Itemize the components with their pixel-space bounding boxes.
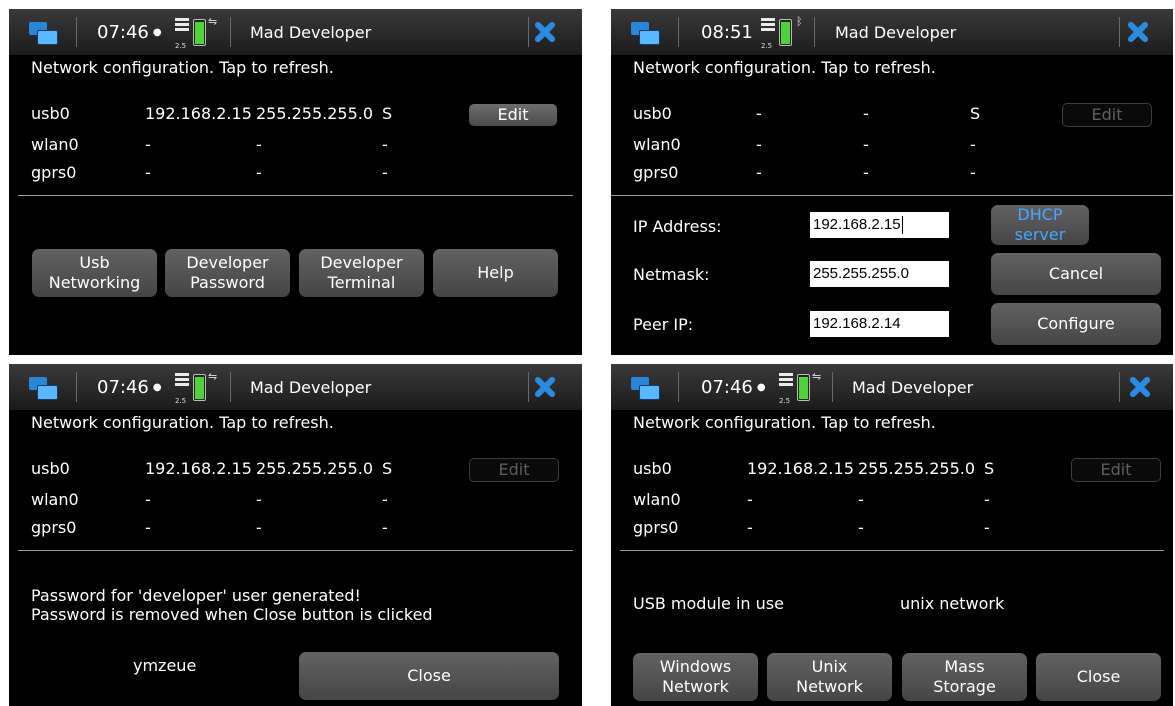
table-row: gprs0- - -	[31, 163, 388, 182]
status-bar: 07:46 ● 2.5 ⇋ Mad Developer	[611, 364, 1173, 410]
peer-ip-label: Peer IP:	[633, 315, 694, 334]
clock: 07:46	[701, 376, 753, 398]
app-title: Mad Developer	[250, 377, 372, 397]
usb-networking-button[interactable]: Usb Networking	[32, 249, 157, 297]
battery-icon	[779, 19, 792, 46]
close-icon[interactable]	[528, 15, 562, 49]
generated-password: ymzeue	[133, 656, 197, 675]
table-row: wlan0- - -	[633, 135, 976, 154]
close-button[interactable]: Close	[299, 652, 559, 700]
signal-icon: 2.5	[761, 18, 775, 50]
screen-main-menu: 07:46 ● 2.5 ⇋ Mad Developer Network confi…	[9, 9, 582, 355]
battery-icon	[193, 19, 206, 46]
netmask-label: Netmask:	[633, 265, 710, 284]
alarm-icon: ●	[152, 26, 162, 38]
table-row: gprs0- - -	[633, 163, 976, 182]
ip-address-label: IP Address:	[633, 217, 722, 236]
app-title: Mad Developer	[250, 22, 372, 42]
divider	[18, 195, 573, 196]
configure-button[interactable]: Configure	[991, 303, 1161, 345]
refresh-caption[interactable]: Network configuration. Tap to refresh.	[31, 413, 334, 432]
dhcp-server-button[interactable]: DHCP server	[991, 205, 1089, 245]
developer-password-button[interactable]: Developer Password	[165, 249, 290, 297]
task-switcher-icon[interactable]	[631, 377, 660, 400]
screen-usb-config: 08:51 2.5 ᛒ Mad Developer Network config…	[611, 9, 1173, 355]
cancel-button[interactable]: Cancel	[991, 253, 1161, 295]
password-message-line2: Password is removed when Close button is…	[31, 605, 433, 624]
status-bar: 07:46 ● 2.5 ⇋ Mad Developer	[9, 364, 582, 410]
clock: 07:46	[97, 376, 149, 398]
signal-icon: 2.5	[175, 373, 189, 405]
usb-module-value: unix network	[900, 594, 1005, 613]
table-row: wlan0- - -	[31, 135, 388, 154]
edit-button[interactable]: Edit	[469, 458, 559, 482]
edit-button[interactable]: Edit	[1071, 458, 1161, 482]
app-title: Mad Developer	[835, 22, 957, 42]
table-row: gprs0- - -	[31, 518, 388, 537]
task-switcher-icon[interactable]	[29, 22, 58, 45]
table-row: wlan0- - -	[31, 490, 388, 509]
edit-button[interactable]: Edit	[1062, 103, 1152, 127]
password-message-line1: Password for 'developer' user generated!	[31, 586, 361, 605]
status-bar: 08:51 2.5 ᛒ Mad Developer	[611, 9, 1173, 55]
status-bar: 07:46 ● 2.5 ⇋ Mad Developer	[9, 9, 582, 55]
alarm-icon: ●	[756, 381, 766, 393]
close-icon[interactable]	[528, 370, 562, 404]
ip-address-field[interactable]: 192.168.2.15	[810, 212, 949, 238]
windows-network-button[interactable]: Windows Network	[633, 653, 758, 701]
table-row: gprs0- - -	[633, 518, 990, 537]
refresh-caption[interactable]: Network configuration. Tap to refresh.	[633, 413, 936, 432]
clock: 08:51	[701, 21, 753, 43]
screen-developer-password: 07:46 ● 2.5 ⇋ Mad Developer Network confi…	[9, 364, 582, 706]
peer-ip-field[interactable]: 192.168.2.14	[810, 311, 949, 337]
clock: 07:46	[97, 21, 149, 43]
divider	[620, 550, 1164, 551]
divider	[18, 550, 573, 551]
alarm-icon: ●	[152, 381, 162, 393]
refresh-caption[interactable]: Network configuration. Tap to refresh.	[633, 58, 936, 77]
bluetooth-icon: ᛒ	[796, 15, 803, 28]
task-switcher-icon[interactable]	[29, 377, 58, 400]
help-button[interactable]: Help	[433, 249, 558, 297]
netmask-field[interactable]: 255.255.255.0	[810, 261, 949, 287]
usb-icon: ⇋	[812, 370, 822, 383]
close-icon[interactable]	[1121, 15, 1155, 49]
battery-icon	[797, 374, 810, 401]
close-icon[interactable]	[1123, 370, 1157, 404]
app-title: Mad Developer	[852, 377, 974, 397]
usb-module-label: USB module in use	[633, 594, 784, 613]
refresh-caption[interactable]: Network configuration. Tap to refresh.	[31, 58, 334, 77]
divider	[611, 195, 1173, 196]
task-switcher-icon[interactable]	[631, 22, 660, 45]
battery-icon	[193, 374, 206, 401]
usb-icon: ⇋	[208, 370, 218, 383]
signal-icon: 2.5	[175, 18, 189, 50]
edit-button[interactable]: Edit	[469, 104, 557, 126]
usb-icon: ⇋	[208, 15, 218, 28]
screen-usb-networking: 07:46 ● 2.5 ⇋ Mad Developer Network confi…	[611, 364, 1173, 706]
table-row: wlan0- - -	[633, 490, 990, 509]
signal-icon: 2.5	[779, 373, 793, 405]
mass-storage-button[interactable]: Mass Storage	[902, 653, 1027, 701]
unix-network-button[interactable]: Unix Network	[767, 653, 892, 701]
close-button[interactable]: Close	[1036, 653, 1161, 701]
developer-terminal-button[interactable]: Developer Terminal	[299, 249, 424, 297]
